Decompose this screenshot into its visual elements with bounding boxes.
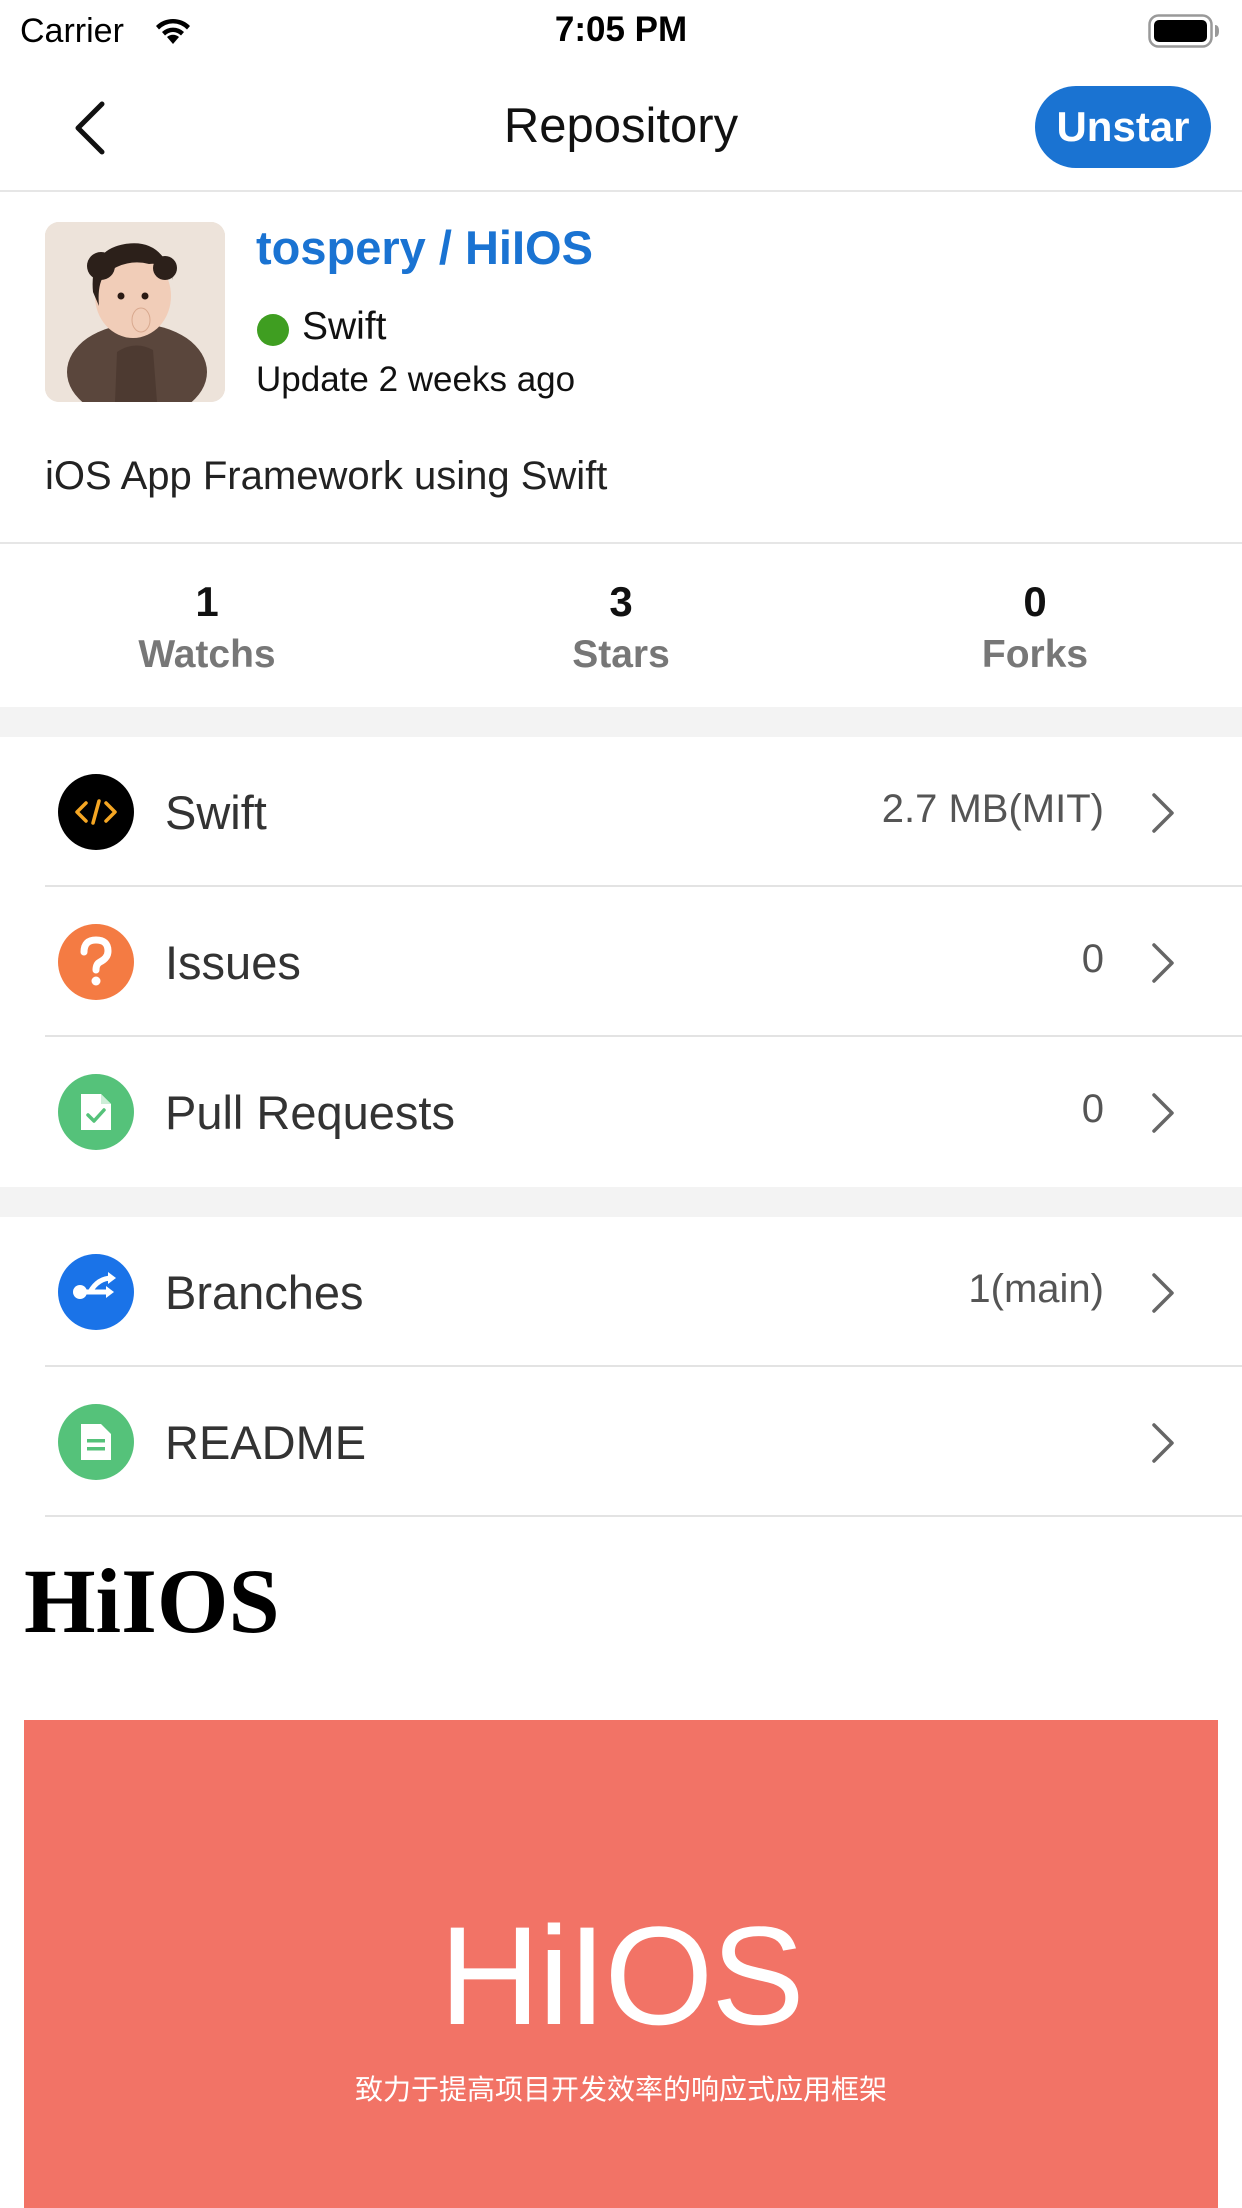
row-label: Pull Requests [165,1086,455,1139]
stat-stars[interactable]: 3 Stars [471,574,771,680]
row-readme[interactable]: README [0,1367,1242,1517]
row-value: 0 [1081,937,1104,981]
readme-heading: HiIOS [24,1550,280,1652]
chevron-right-icon [1152,1273,1174,1313]
chevron-right-icon [1152,793,1174,833]
section-gap [0,707,1242,737]
branch-icon [58,1254,134,1330]
divider [45,1515,1242,1517]
avatar[interactable] [45,222,225,402]
code-icon [58,774,134,850]
stat-label: Stars [572,633,670,676]
row-language[interactable]: Swift 2.7 MB(MIT) [0,737,1242,887]
stat-count: 3 [609,578,633,625]
chevron-right-icon [1152,1093,1174,1133]
row-label: Swift [165,786,267,839]
row-value: 1(main) [968,1267,1104,1311]
row-label: Issues [165,936,301,989]
clock: 7:05 PM [554,10,688,49]
language-label: Swift [302,305,387,348]
chevron-right-icon [1152,1423,1174,1463]
section-gap [0,1187,1242,1217]
language-color-dot [257,314,289,346]
repo-description: iOS App Framework using Swift [45,454,608,498]
chevron-right-icon [1152,943,1174,983]
updated-label: Update 2 weeks ago [256,360,576,399]
repo-name-link[interactable]: tospery / HiIOS [256,220,593,275]
question-icon [58,924,134,1000]
row-branches[interactable]: Branches 1(main) [0,1217,1242,1367]
readme-banner-image: HiIOS 致力于提高项目开发效率的响应式应用框架 [24,1720,1218,2208]
banner-subtitle: 致力于提高项目开发效率的响应式应用框架 [354,2074,887,2105]
row-label: Branches [165,1266,364,1319]
unstar-button[interactable]: Unstar [1035,86,1211,168]
stat-count: 1 [195,578,219,625]
status-bar: Carrier 7:05 PM [0,0,1242,62]
stat-label: Watchs [138,633,276,676]
banner-title: HiIOS [439,1897,804,2054]
row-value: 0 [1081,1087,1104,1131]
pull-request-icon [58,1074,134,1150]
battery-icon [1148,14,1220,53]
stat-label: Forks [981,633,1089,676]
stat-forks[interactable]: 0 Forks [885,574,1185,680]
row-label: README [165,1416,367,1469]
document-icon [58,1404,134,1480]
stat-count: 0 [1023,578,1047,625]
divider [0,542,1242,544]
row-value: 2.7 MB(MIT) [881,787,1104,831]
row-pull-requests[interactable]: Pull Requests 0 [0,1037,1242,1187]
row-issues[interactable]: Issues 0 [0,887,1242,1037]
stat-watchs[interactable]: 1 Watchs [57,574,357,680]
navigation-bar: Repository Unstar [0,62,1242,192]
